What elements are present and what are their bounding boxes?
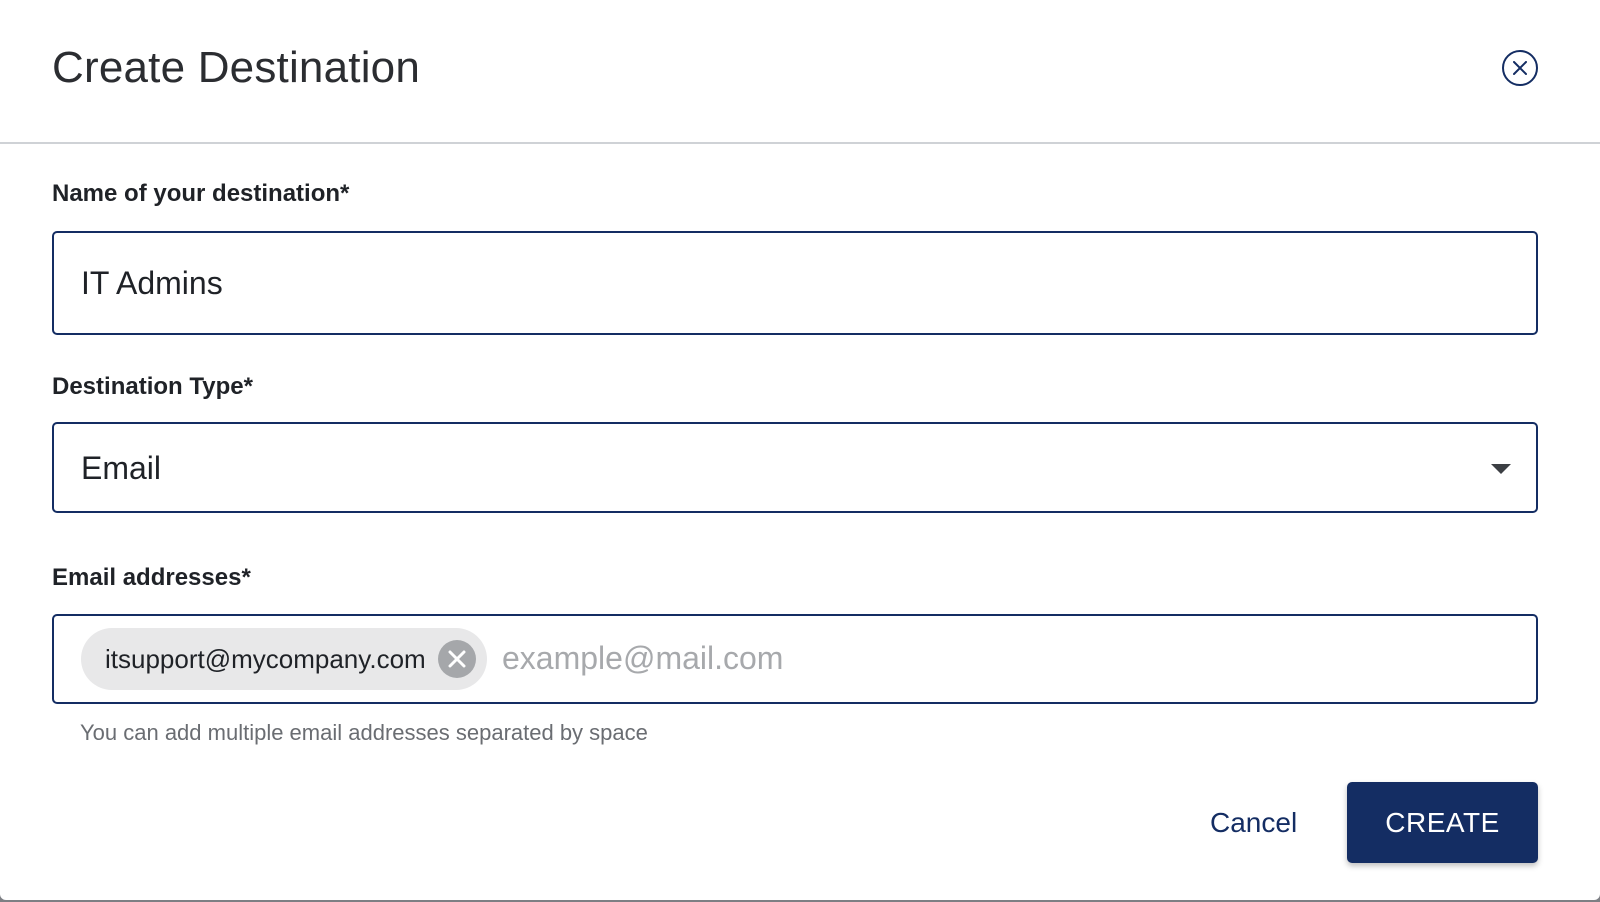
close-icon <box>1513 61 1527 75</box>
destination-type-value: Email <box>81 450 162 486</box>
create-button[interactable]: CREATE <box>1347 782 1538 863</box>
email-addresses-label: Email addresses* <box>52 564 251 591</box>
email-chip: itsupport@mycompany.com <box>81 628 487 690</box>
cancel-button[interactable]: Cancel <box>1210 805 1297 841</box>
create-destination-dialog: Create Destination Name of your destinat… <box>0 0 1600 900</box>
email-addresses-field[interactable]: itsupport@mycompany.com <box>52 614 1538 704</box>
destination-type-label: Destination Type* <box>52 373 253 400</box>
destination-type-select[interactable]: Email <box>52 422 1538 513</box>
email-input[interactable] <box>502 636 1502 680</box>
destination-name-value: IT Admins <box>81 265 223 301</box>
caret-down-icon <box>1491 464 1511 474</box>
dialog-title: Create Destination <box>52 43 421 92</box>
destination-name-input[interactable]: IT Admins <box>52 231 1538 335</box>
remove-circle-icon <box>448 650 466 668</box>
email-chip-label: itsupport@mycompany.com <box>105 644 426 674</box>
dialog-header: Create Destination <box>0 0 1600 144</box>
chip-remove-button[interactable] <box>438 640 476 678</box>
destination-name-label: Name of your destination* <box>52 180 350 207</box>
email-helper-text: You can add multiple email addresses sep… <box>80 720 648 745</box>
close-button[interactable] <box>1502 50 1538 86</box>
